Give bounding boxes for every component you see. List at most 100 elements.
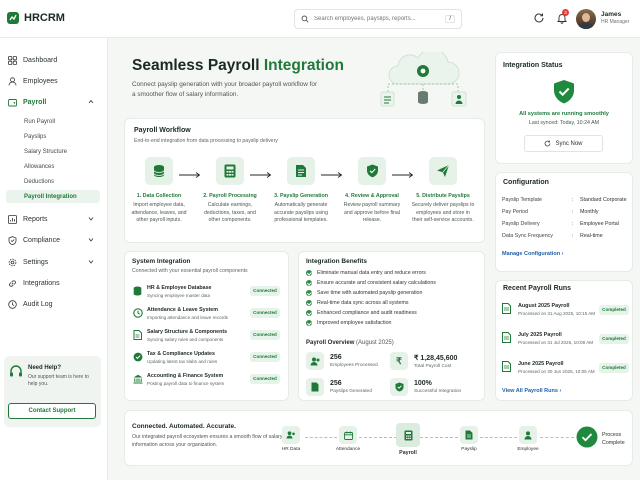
bank-icon	[133, 374, 143, 384]
sidebar-item-reports[interactable]: Reports	[6, 210, 102, 228]
integration-attendance[interactable]: Attendance & Leave System Importing atte…	[131, 306, 281, 328]
shield-check-icon	[395, 382, 403, 392]
sidebar-item-payroll[interactable]: Payroll	[6, 93, 102, 111]
integration-salary-structure[interactable]: Salary Structure & Components Syncing sa…	[131, 328, 281, 350]
document-icon	[296, 165, 306, 177]
flow-node-employee: Employee	[504, 426, 552, 452]
sidebar-item-employees[interactable]: Employees	[6, 72, 102, 90]
run-date: Processed on 31 Jul 2025, 10:08 AM	[518, 340, 594, 345]
payroll-run-item[interactable]: August 2025 Payroll Processed on 31 Aug …	[502, 302, 630, 324]
user-icon	[524, 430, 532, 439]
benefit-item: Save time with automated payslip generat…	[306, 290, 422, 296]
link-icon	[9, 279, 16, 287]
stat-label: Total Payroll Cost	[414, 363, 452, 369]
sidebar-item-integrations[interactable]: Integrations	[6, 274, 102, 292]
run-date: Processed on 30 Jun 2025, 10:05 AM	[518, 369, 595, 374]
benefits-title: Integration Benefits	[306, 258, 368, 265]
app-logo[interactable]: HRCRM	[6, 11, 65, 25]
search-icon	[301, 15, 309, 23]
help-desc: Our support team is here to help you.	[28, 374, 89, 387]
sidebar-sub-salary-structure[interactable]: Salary Structure	[18, 145, 100, 158]
configuration-title: Configuration	[503, 179, 549, 186]
flow-node-hr-data: HR Data	[267, 426, 315, 452]
sidebar: Dashboard Employees Payroll Run Payroll …	[0, 38, 108, 480]
avatar[interactable]	[576, 9, 596, 29]
help-card: Need Help? Our support team is here to h…	[4, 356, 101, 427]
users-icon	[286, 431, 295, 439]
stat-value: 256	[330, 380, 342, 387]
status-title: Integration Status	[503, 62, 563, 69]
clock-icon	[8, 299, 17, 309]
chevron-down-icon	[88, 260, 94, 264]
grid-icon	[8, 55, 17, 65]
sidebar-item-settings[interactable]: Settings	[6, 253, 102, 271]
search-input[interactable]	[314, 16, 441, 22]
chevron-down-icon	[88, 217, 94, 221]
contact-support-button[interactable]: Contact Support	[8, 403, 96, 419]
sidebar-sub-allowances[interactable]: Allowances	[18, 160, 100, 173]
workflow-step-payslip-generation: 3. Payslip Generation Automatically gene…	[265, 157, 337, 225]
step-desc: Review payroll summary and approve befor…	[343, 202, 401, 224]
integration-cloud-illustration	[380, 52, 467, 107]
database-icon	[133, 286, 142, 296]
config-value: Real-time	[580, 233, 603, 239]
calendar-icon	[343, 431, 353, 440]
integration-desc: Syncing salary rules and components	[147, 337, 224, 342]
help-title: Need Help?	[28, 365, 62, 371]
headset-icon	[10, 365, 22, 377]
refresh-button[interactable]	[533, 12, 545, 24]
stat-label: Successful Integration	[414, 389, 462, 394]
sidebar-sub-payslips[interactable]: Payslips	[18, 130, 100, 143]
stat-total-payroll-cost: ₹ ₹ 1,28,45,600 Total Payroll Cost	[390, 352, 457, 370]
top-bar: HRCRM / 3 James HR Manager	[0, 0, 640, 38]
sidebar-item-dashboard[interactable]: Dashboard	[6, 51, 102, 69]
sidebar-item-audit-log[interactable]: Audit Log	[6, 295, 102, 313]
chevron-up-icon	[88, 99, 94, 104]
search-box[interactable]: /	[294, 9, 462, 29]
sidebar-sub-run-payroll[interactable]: Run Payroll	[18, 115, 100, 128]
sidebar-item-label: Dashboard	[23, 56, 58, 64]
flow-node-label: Payroll	[399, 450, 417, 456]
benefit-item: Real-time data sync across all systems	[306, 300, 409, 306]
document-icon	[133, 330, 142, 340]
link-text: View All Payroll Runs	[502, 388, 558, 394]
sidebar-sub-payroll-integration[interactable]: Payroll Integration	[6, 190, 100, 203]
arrow-right-icon	[321, 172, 343, 178]
workflow-title: Payroll Workflow	[134, 127, 191, 134]
user-menu[interactable]: James HR Manager	[601, 11, 629, 25]
calculator-icon	[404, 430, 412, 440]
step-title: 3. Payslip Generation	[274, 193, 328, 199]
sync-label: Sync Now	[555, 140, 583, 147]
stat-value: ₹ 1,28,45,600	[414, 354, 458, 362]
step-title: 5. Distribute Payslips	[416, 193, 470, 199]
integration-desc: Updating latest tax slabs and rules	[147, 359, 218, 364]
wallet-icon	[8, 98, 17, 106]
integration-desc: Posting payroll data to finance system	[147, 381, 225, 386]
document-icon	[465, 430, 473, 440]
workflow-step-data-collection: 1. Data Collection Import employee data,…	[123, 157, 195, 225]
flow-node-label: Employee	[517, 447, 539, 452]
notifications-button[interactable]: 3	[556, 9, 569, 24]
rupee-icon: ₹	[396, 355, 402, 366]
last-synced: Last synced: Today, 10:24 AM	[528, 120, 600, 126]
step-desc: Automatically generate accurate payslips…	[274, 202, 328, 224]
integration-tax-compliance[interactable]: Tax & Compliance Updates Updating latest…	[131, 350, 281, 372]
config-value: Standard Corporate	[580, 197, 627, 203]
payroll-run-item[interactable]: June 2025 Payroll Processed on 30 Jun 20…	[502, 360, 630, 382]
step-title: 1. Data Collection	[136, 193, 182, 199]
sidebar-item-compliance[interactable]: Compliance	[6, 231, 102, 249]
arrow-right-icon	[179, 172, 201, 178]
stat-payslips-generated: 256 Payslips Generated	[306, 378, 372, 396]
sidebar-sub-deductions[interactable]: Deductions	[18, 175, 100, 188]
flow-node-attendance: Attendance	[324, 426, 372, 452]
payroll-run-item[interactable]: July 2025 Payroll Processed on 31 Jul 20…	[502, 331, 630, 353]
run-title: July 2025 Payroll	[518, 332, 562, 338]
view-all-payroll-runs-link[interactable]: View All Payroll Runs ›	[502, 388, 561, 394]
integration-hr-database[interactable]: HR & Employee Database Syncing employee …	[131, 284, 281, 306]
document-icon	[502, 303, 511, 314]
sync-now-button[interactable]: Sync Now	[524, 135, 603, 152]
system-integration-title: System Integration	[132, 258, 191, 265]
check-circle-icon	[306, 290, 312, 296]
integration-accounting[interactable]: Accounting & Finance System Posting payr…	[131, 372, 281, 394]
manage-configuration-link[interactable]: Manage Configuration ›	[502, 251, 563, 257]
